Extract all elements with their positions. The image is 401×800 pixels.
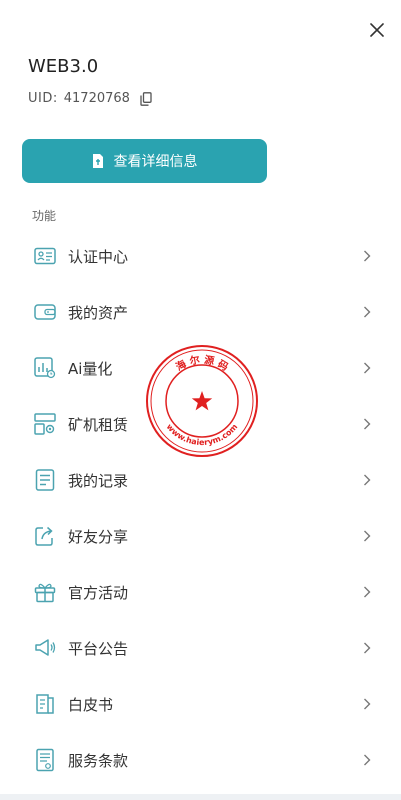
document-icon — [92, 154, 103, 168]
uid-label: UID: — [28, 91, 58, 106]
view-details-button[interactable]: 查看详细信息 — [22, 139, 267, 183]
menu-label: 矿机租赁 — [68, 415, 129, 434]
uid-row: UID: 41720768 — [28, 91, 152, 106]
menu-item-activities[interactable]: 官方活动 — [0, 564, 401, 620]
chevron-right-icon — [363, 473, 373, 487]
page-title: WEB3.0 — [28, 56, 99, 77]
menu-item-terms[interactable]: 服务条款 — [0, 732, 401, 788]
close-button[interactable] — [367, 20, 387, 40]
chevron-right-icon — [363, 697, 373, 711]
share-icon — [34, 525, 56, 547]
menu-item-announcements[interactable]: 平台公告 — [0, 620, 401, 676]
function-menu: 认证中心 我的资产 Ai量化 矿机租赁 我的记录 好友分享 官方活动 平台公告 … — [0, 228, 401, 788]
wallet-icon — [34, 301, 56, 323]
menu-label: 好友分享 — [68, 527, 129, 546]
menu-item-records[interactable]: 我的记录 — [0, 452, 401, 508]
book-icon — [34, 693, 56, 715]
menu-item-assets[interactable]: 我的资产 — [0, 284, 401, 340]
miner-icon — [34, 413, 56, 435]
section-label: 功能 — [32, 209, 57, 223]
menu-item-share[interactable]: 好友分享 — [0, 508, 401, 564]
menu-label: 白皮书 — [68, 695, 114, 714]
menu-label: Ai量化 — [68, 359, 113, 378]
menu-label: 平台公告 — [68, 639, 129, 658]
chevron-right-icon — [363, 249, 373, 263]
record-icon — [34, 469, 56, 491]
bottom-bar — [0, 794, 401, 800]
id-card-icon — [34, 245, 56, 267]
menu-label: 我的记录 — [68, 471, 129, 490]
menu-item-whitepaper[interactable]: 白皮书 — [0, 676, 401, 732]
terms-icon — [34, 748, 56, 772]
chevron-right-icon — [363, 753, 373, 767]
uid-value: 41720768 — [63, 91, 130, 106]
chevron-right-icon — [363, 585, 373, 599]
menu-item-miner-rental[interactable]: 矿机租赁 — [0, 396, 401, 452]
chevron-right-icon — [363, 361, 373, 375]
chevron-right-icon — [363, 641, 373, 655]
menu-label: 我的资产 — [68, 303, 129, 322]
chevron-right-icon — [363, 305, 373, 319]
megaphone-icon — [34, 637, 56, 659]
menu-item-certification[interactable]: 认证中心 — [0, 228, 401, 284]
menu-label: 认证中心 — [68, 247, 129, 266]
gift-icon — [34, 581, 56, 603]
chart-icon — [34, 357, 56, 379]
menu-item-ai-quant[interactable]: Ai量化 — [0, 340, 401, 396]
chevron-right-icon — [363, 529, 373, 543]
menu-label: 官方活动 — [68, 583, 129, 602]
copy-icon[interactable] — [140, 91, 152, 106]
chevron-right-icon — [363, 417, 373, 431]
menu-label: 服务条款 — [68, 751, 129, 770]
close-icon — [370, 23, 384, 37]
view-details-label: 查看详细信息 — [113, 154, 198, 170]
